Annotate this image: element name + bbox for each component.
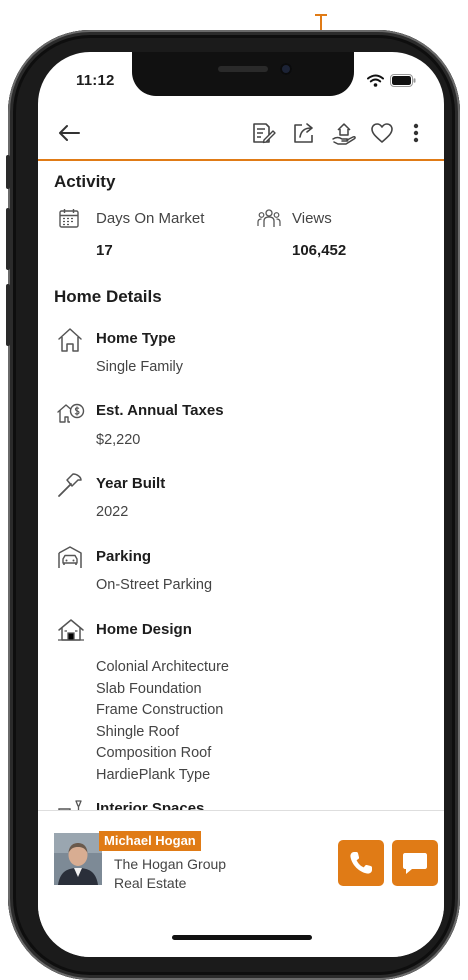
agent-company-line1: The Hogan Group — [114, 856, 227, 872]
agent-name[interactable]: Michael Hogan — [99, 831, 201, 851]
hammer-icon — [58, 473, 82, 497]
front-camera — [280, 63, 292, 75]
message-agent-button[interactable] — [392, 840, 438, 886]
house-icon — [58, 328, 82, 352]
notes-icon[interactable] — [248, 119, 276, 147]
taxes-label: Est. Annual Taxes — [96, 402, 224, 419]
home-details-title: Home Details — [54, 287, 162, 306]
year-built-value: 2022 — [96, 504, 129, 520]
agent-company-line2: Real Estate — [114, 875, 187, 891]
home-design-values: Colonial Architecture Slab Foundation Fr… — [96, 657, 229, 787]
more-vertical-icon[interactable] — [406, 119, 426, 147]
people-icon — [257, 209, 281, 227]
status-icons — [367, 74, 416, 87]
taxes-value: $2,220 — [96, 432, 141, 448]
parking-label: Parking — [96, 548, 152, 565]
heart-icon[interactable] — [368, 119, 396, 147]
hand-house-icon[interactable] — [330, 119, 358, 147]
views-value: 106,452 — [292, 242, 347, 259]
agent-avatar — [54, 833, 102, 885]
home-design-value: HardiePlank Type — [96, 766, 211, 783]
mute-switch — [6, 155, 10, 189]
volume-down-button — [6, 284, 10, 346]
phone-screen: 11:12 Activity Days On Market 17 Views 1… — [38, 52, 444, 957]
home-design-value: Slab Foundation — [96, 680, 202, 697]
home-type-label: Home Type — [96, 330, 176, 347]
home-design-value: Frame Construction — [96, 702, 224, 719]
speaker — [218, 66, 268, 72]
wifi-icon — [367, 74, 384, 87]
house-design-icon — [58, 619, 84, 641]
notch — [132, 52, 354, 96]
home-design-value: Composition Roof — [96, 745, 212, 762]
toolbar-divider — [38, 159, 444, 161]
battery-icon — [390, 74, 416, 87]
listing-details-scroll[interactable]: Activity Days On Market 17 Views 106,452… — [38, 162, 444, 810]
car-garage-icon — [58, 546, 82, 568]
days-on-market-value: 17 — [96, 242, 113, 259]
home-design-value: Colonial Architecture — [96, 659, 229, 675]
phone-icon — [350, 852, 372, 874]
call-agent-button[interactable] — [338, 840, 384, 886]
house-dollar-icon — [57, 403, 85, 423]
share-icon[interactable] — [290, 119, 318, 147]
year-built-label: Year Built — [96, 475, 166, 492]
home-indicator — [172, 935, 312, 940]
chat-icon — [403, 853, 427, 874]
interior-icon — [58, 800, 82, 810]
toolbar — [38, 112, 444, 156]
calendar-icon — [59, 209, 79, 228]
days-on-market-label: Days On Market — [96, 210, 205, 227]
interior-spaces-label: Interior Spaces — [96, 800, 205, 810]
back-button[interactable] — [54, 118, 84, 148]
home-design-label: Home Design — [96, 621, 192, 638]
parking-value: On-Street Parking — [96, 577, 213, 593]
home-type-value: Single Family — [96, 359, 184, 375]
activity-title: Activity — [54, 172, 116, 191]
agent-contact-bar: Michael Hogan The Hogan Group Real Estat… — [38, 810, 444, 957]
home-design-value: Shingle Roof — [96, 723, 180, 740]
status-time: 11:12 — [76, 72, 115, 89]
views-label: Views — [292, 210, 332, 227]
volume-up-button — [6, 208, 10, 270]
agent-company: The Hogan Group Real Estate — [114, 855, 226, 893]
